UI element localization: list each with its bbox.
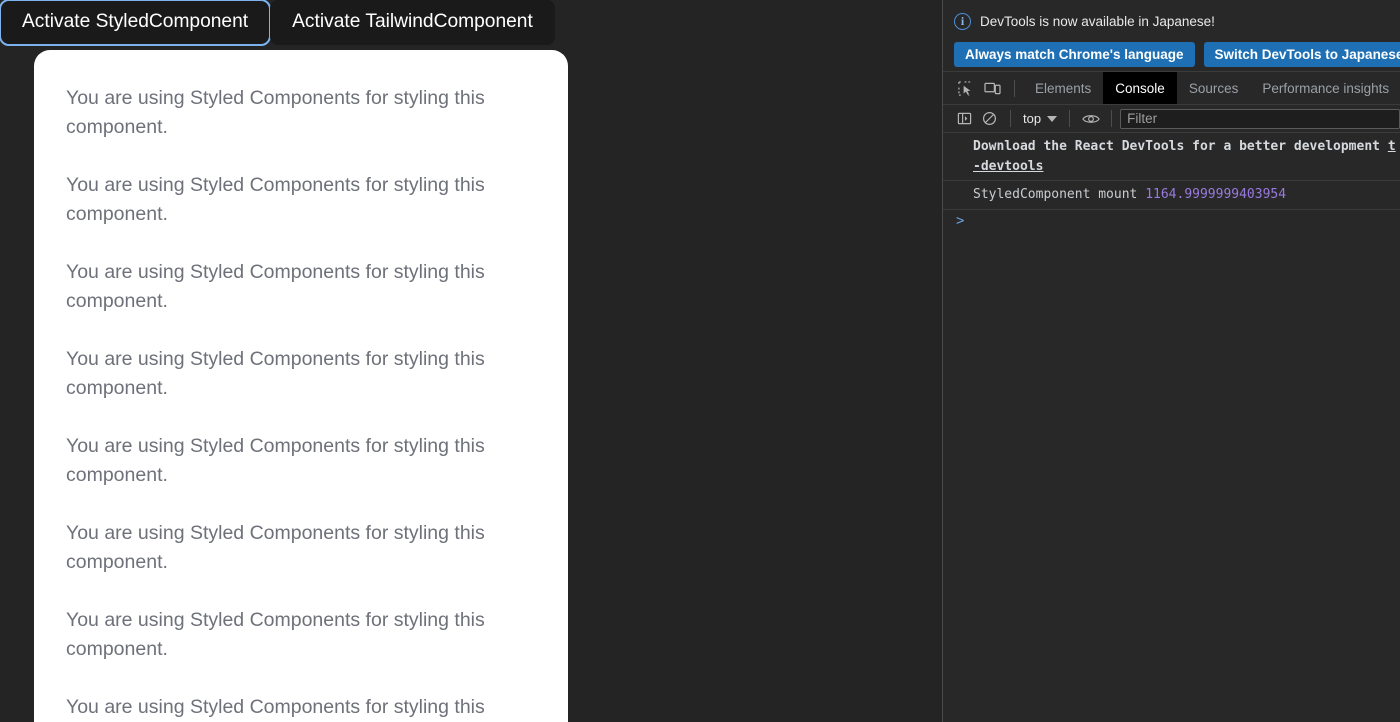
infobar-message-text: DevTools is now available in Japanese! [980,13,1215,29]
info-icon: i [954,12,971,30]
card-paragraph: You are using Styled Components for styl… [66,609,485,660]
console-log-number: 1164.9999999403954 [1145,187,1287,202]
card-paragraph-list: You are using Styled Components for styl… [34,50,568,722]
devtools-tab-strip: Elements Console Sources Performance ins… [943,72,1400,105]
card-paragraph: You are using Styled Components for styl… [66,87,485,138]
clear-console-icon[interactable] [977,106,1002,131]
activate-styledcomponent-label: Activate StyledComponent [22,11,249,33]
console-toolbar-divider-1 [1010,110,1011,127]
styled-component-card: You are using Styled Components for styl… [34,50,568,722]
card-paragraph: You are using Styled Components for styl… [66,522,485,573]
web-page-viewport: Activate StyledComponent Activate Tailwi… [0,0,942,722]
infobar-message-row: i DevTools is now available in Japanese! [943,0,1400,34]
card-paragraph: You are using Styled Components for styl… [66,261,485,312]
card-paragraph: You are using Styled Components for styl… [66,696,485,718]
console-log-label: StyledComponent mount [973,187,1146,202]
screen: Activate StyledComponent Activate Tailwi… [0,0,1400,722]
card-paragraph: You are using Styled Components for styl… [66,348,485,399]
switch-devtools-to-japanese-button[interactable]: Switch DevTools to Japanese [1203,42,1400,67]
card-paragraph: You are using Styled Components for styl… [66,174,485,225]
tab-elements[interactable]: Elements [1023,72,1103,104]
activate-styledcomponent-button[interactable]: Activate StyledComponent [0,0,272,46]
console-toolbar-divider-3 [1111,110,1113,127]
chevron-down-icon [1047,115,1058,122]
console-prompt-caret: > [956,212,965,229]
device-toolbar-icon[interactable] [979,75,1006,102]
console-context-label: top [1023,111,1042,126]
tab-sources-label: Sources [1188,80,1239,96]
console-context-selector[interactable]: top [1019,111,1061,126]
devtools-panel: i DevTools is now available in Japanese!… [942,0,1400,722]
activate-tailwindcomponent-label: Activate TailwindComponent [292,11,533,33]
tabstrip-divider [1014,79,1015,97]
console-message-list: Download the React DevTools for a better… [943,133,1400,722]
tab-performance-insights[interactable]: Performance insights [1250,72,1400,104]
tab-sources[interactable]: Sources [1177,72,1251,104]
always-match-chrome-language-label: Always match Chrome's language [965,46,1184,62]
console-toolbar-divider-2 [1069,110,1071,127]
component-toggle-buttons: Activate StyledComponent Activate Tailwi… [0,0,555,46]
console-filter-input[interactable] [1120,108,1400,129]
eye-icon[interactable] [1078,106,1103,131]
activate-tailwindcomponent-button[interactable]: Activate TailwindComponent [270,0,555,45]
infobar-actions: Always match Chrome's language Switch De… [943,34,1400,67]
console-message-react-devtools[interactable]: Download the React DevTools for a better… [943,133,1400,181]
console-message-styledcomponent-mount[interactable]: StyledComponent mount 1164.9999999403954 [943,181,1400,210]
tab-elements-label: Elements [1035,80,1092,96]
tab-performance-insights-label: Performance insights [1262,80,1390,96]
card-paragraph: You are using Styled Components for styl… [66,435,485,486]
console-prompt-row[interactable]: > [943,210,1400,232]
switch-devtools-to-japanese-label: Switch DevTools to Japanese [1214,46,1400,62]
tab-console-label: Console [1115,80,1165,96]
tab-console[interactable]: Console [1103,72,1177,104]
devtools-language-infobar: i DevTools is now available in Japanese!… [943,0,1400,72]
console-sidebar-icon[interactable] [952,106,977,131]
console-message-react-text: Download the React DevTools for a better… [973,139,1388,154]
inspect-element-icon[interactable] [952,75,979,102]
console-toolbar: top [943,105,1400,133]
always-match-chrome-language-button[interactable]: Always match Chrome's language [954,42,1195,67]
